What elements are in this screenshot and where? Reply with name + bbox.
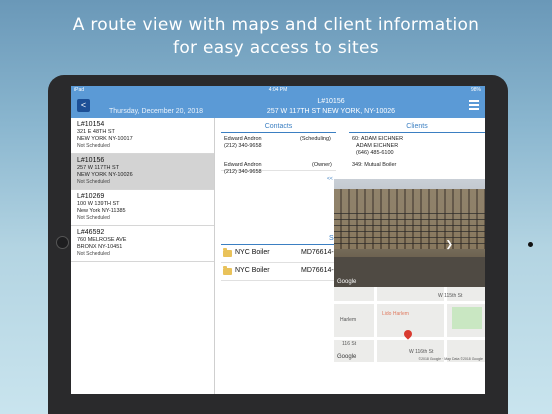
- equipment-code: MD76614-: [301, 267, 334, 274]
- folder-icon: [223, 248, 232, 257]
- back-button[interactable]: <: [77, 99, 90, 112]
- job-addr-line2: NEW YORK NY-10026: [77, 172, 133, 178]
- folder-icon: [223, 266, 232, 275]
- job-status: Not Scheduled: [77, 215, 110, 221]
- job-addr-line1: 321 E 48TH ST: [77, 129, 115, 135]
- caption-line-1: A route view with maps and client inform…: [72, 15, 480, 35]
- job-addr-line2: BRONX NY-10451: [77, 244, 123, 250]
- job-id: L#10156: [77, 157, 105, 164]
- equipment-name: NYC Boiler: [235, 249, 270, 256]
- caption-line-2: for easy access to sites: [173, 38, 379, 58]
- client-line[interactable]: (646) 485-6100: [356, 150, 394, 157]
- map-label: Harlem: [340, 317, 357, 323]
- marketing-caption: A route view with maps and client inform…: [0, 14, 552, 60]
- map-road: [374, 287, 377, 362]
- job-status: Not Scheduled: [77, 251, 110, 257]
- job-address: 257 W 117TH ST NEW YORK, NY-10026: [266, 108, 396, 115]
- map-poi-label: Lido Harlem: [382, 311, 409, 317]
- equipment-row[interactable]: NYC Boiler MD76614-: [221, 246, 335, 263]
- clients-header: Clients: [406, 123, 428, 130]
- map-panel[interactable]: Harlem Lido Harlem 116 St W 116th St W 1…: [334, 287, 485, 362]
- clients-divider: [349, 132, 485, 133]
- contacts-header: Contacts: [264, 123, 293, 130]
- job-id: L#10269: [77, 193, 105, 200]
- client-line: 60: ADAM EICHNER: [352, 136, 404, 142]
- map-copyright: ©2018 Google · Map Data ©2018 Google: [418, 357, 483, 361]
- app-screen: iPad 4:04 PM 98% < Thursday, December 20…: [71, 86, 485, 394]
- equipment-code: MD76614-: [301, 249, 334, 256]
- status-time: 4:04 PM: [268, 87, 288, 93]
- job-list-item[interactable]: L#10269 100 W 139TH ST New York NY-11385…: [71, 190, 214, 226]
- street-view-scaffold: [334, 209, 485, 244]
- hamburger-menu-icon[interactable]: [469, 100, 479, 110]
- expand-arrow-icon[interactable]: <<: [327, 176, 333, 182]
- map-label: 116 St: [342, 341, 357, 347]
- map-road: [334, 301, 485, 304]
- equipment-divider: [221, 244, 335, 245]
- job-addr-line1: 760 MELROSE AVE: [77, 237, 127, 243]
- contact-name: Edward Andron: [224, 136, 262, 142]
- job-status: Not Scheduled: [77, 179, 110, 185]
- street-navigation-arrow-icon[interactable]: ❯: [445, 239, 453, 250]
- equipment-row[interactable]: NYC Boiler MD76614-: [221, 264, 335, 281]
- job-id: L#46592: [77, 229, 105, 236]
- street-view-road: [334, 257, 485, 287]
- camera: [528, 242, 533, 247]
- job-list-item[interactable]: L#46592 760 MELROSE AVE BRONX NY-10451 N…: [71, 226, 214, 262]
- contact-role: (Owner): [312, 162, 332, 168]
- contacts-divider: [221, 132, 336, 133]
- job-status: Not Scheduled: [77, 143, 110, 149]
- job-list-item-selected[interactable]: L#10156 257 W 117TH ST NEW YORK NY-10026…: [71, 154, 214, 190]
- client-line: 349: Mutual Boiler: [352, 162, 397, 168]
- battery-level: 98%: [470, 87, 481, 93]
- contact-role: (Scheduling): [300, 136, 331, 142]
- job-list: L#10154 321 E 48TH ST NEW YORK NY-10017 …: [71, 118, 215, 394]
- map-label: W 115th St: [438, 293, 463, 299]
- job-addr-line1: 257 W 117TH ST: [77, 165, 120, 171]
- street-view-panel[interactable]: ❯ Google: [334, 179, 485, 287]
- nav-bar: < Thursday, December 20, 2018 L#10156 25…: [71, 94, 485, 118]
- contact-name: Edward Andron: [224, 162, 262, 168]
- contact-phone[interactable]: (212) 340-9658: [224, 169, 262, 176]
- job-title: L#10156: [317, 98, 345, 105]
- job-addr-line2: New York NY-11385: [77, 208, 126, 214]
- map-park: [452, 307, 482, 329]
- job-list-item[interactable]: L#10154 321 E 48TH ST NEW YORK NY-10017 …: [71, 118, 214, 154]
- status-bar: iPad 4:04 PM 98%: [71, 86, 485, 94]
- job-addr-line1: 100 W 139TH ST: [77, 201, 120, 207]
- contact-phone[interactable]: (212) 340-9658: [224, 143, 262, 150]
- client-line: ADAM EICHNER: [356, 143, 399, 149]
- schedule-date: Thursday, December 20, 2018: [109, 108, 204, 115]
- job-id: L#10154: [77, 121, 105, 128]
- map-label: W 116th St: [409, 349, 434, 355]
- equipment-name: NYC Boiler: [235, 267, 270, 274]
- home-button: [56, 236, 69, 249]
- google-logo: Google: [337, 354, 357, 360]
- google-logo: Google: [337, 279, 357, 285]
- job-addr-line2: NEW YORK NY-10017: [77, 136, 133, 142]
